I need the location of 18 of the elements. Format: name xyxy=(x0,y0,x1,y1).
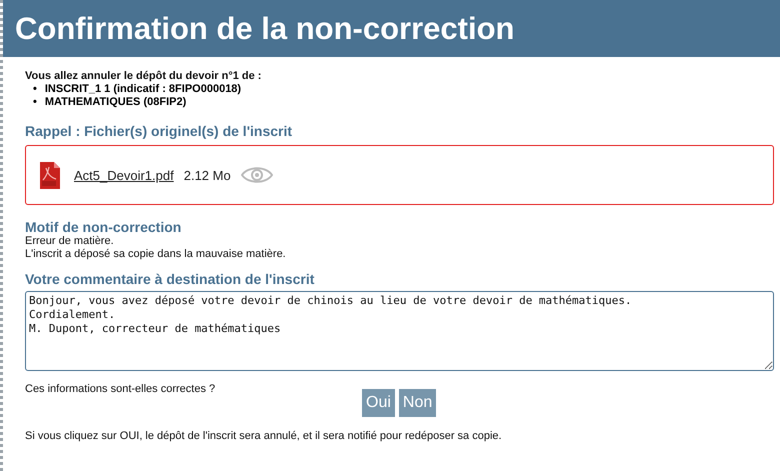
file-size: 2.12 Mo xyxy=(184,168,231,182)
section-heading: Rappel : Fichier(s) originel(s) de l'inscrit xyxy=(25,123,294,139)
question-text: Ces informations sont-elles correctes ? xyxy=(25,383,216,395)
list-item: INSCRIT_1 1 (indicatif : 8FIPO000018) xyxy=(44,83,242,96)
reason-text: L'inscrit a déposé sa copie dans la mauvaise matière. xyxy=(25,248,287,261)
comment-field[interactable]: Bonjour, vous avez déposé votre devoir de chinois au lieu de votre devoir de mathématiques. Cordialement. M. Dupont, correcteur de mathématiques xyxy=(25,291,774,371)
reason-text: Erreur de matière. xyxy=(25,235,115,248)
note-text: Si vous cliquez sur OUI, le dépôt de l'inscrit sera annulé, et il sera notifié pour redéposer sa copie. xyxy=(25,430,503,442)
page-title: Confirmation de la non-correction xyxy=(3,0,780,57)
intro-text: Vous allez annuler le dépôt du devoir n°1 de : xyxy=(25,70,262,83)
section-heading: Votre commentaire à destination de l'inscrit xyxy=(25,271,316,287)
bullet-mark: • xyxy=(33,83,37,96)
bullet-mark: • xyxy=(33,96,37,109)
section-heading: Motif de non-correction xyxy=(25,219,182,235)
eye-icon[interactable] xyxy=(240,165,273,185)
list-item: MATHEMATIQUES (08FIP2) xyxy=(44,96,186,109)
file-link[interactable]: Act5_Devoir1.pdf xyxy=(74,168,174,182)
pdf-file-icon xyxy=(40,162,60,188)
